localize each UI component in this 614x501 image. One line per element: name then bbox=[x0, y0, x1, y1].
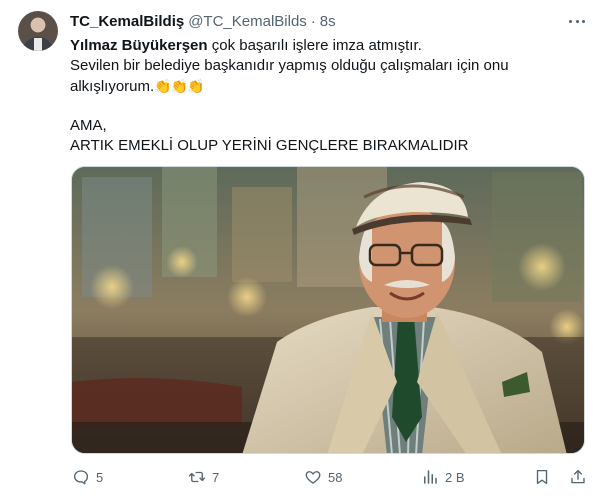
tweet[interactable]: TC_KemalBildiş @TC_KemalBilds · 8s Yılma… bbox=[0, 0, 614, 501]
repost-count: 7 bbox=[212, 469, 220, 485]
line3-text: alkışlıyorum. bbox=[70, 78, 155, 95]
photo-illustration bbox=[72, 167, 584, 453]
repost-button[interactable]: 7 bbox=[188, 466, 219, 488]
views-button[interactable]: 2 B bbox=[421, 466, 465, 488]
reply-count: 5 bbox=[96, 469, 104, 485]
bookmark-icon bbox=[536, 469, 548, 485]
clapping-hands-emoji: 👏👏👏 bbox=[154, 78, 204, 94]
tweet-text-line: Yılmaz Büyükerşen çok başarılı işlere im… bbox=[70, 36, 422, 56]
tweet-header: TC_KemalBildiş @TC_KemalBilds · 8s bbox=[70, 11, 336, 31]
line1-rest: çok başarılı işlere imza atmıştır. bbox=[207, 37, 422, 54]
author-avatar[interactable] bbox=[18, 11, 58, 51]
more-dot bbox=[569, 19, 572, 23]
like-count: 58 bbox=[328, 469, 343, 485]
more-options-icon[interactable] bbox=[566, 12, 588, 30]
tweet-text-line: ARTIK EMEKLİ OLUP YERİNİ GENÇLERE BIRAKM… bbox=[70, 137, 469, 154]
author-name[interactable]: TC_KemalBildiş bbox=[70, 13, 184, 30]
tweet-text-line: Sevilen bir belediye başkanıdır yapmış o… bbox=[70, 57, 509, 74]
avatar-shirt bbox=[34, 38, 42, 51]
reply-button[interactable]: 5 bbox=[72, 466, 103, 488]
tweet-text-line: AMA, bbox=[70, 117, 107, 134]
repost-icon bbox=[188, 471, 206, 483]
reply-icon bbox=[73, 470, 89, 485]
heart-icon bbox=[305, 471, 321, 484]
share-button[interactable] bbox=[569, 466, 587, 488]
tweet-actions: 5 7 58 2 B bbox=[0, 466, 614, 488]
more-dot bbox=[575, 19, 579, 23]
views-chart-icon bbox=[424, 470, 437, 484]
author-handle[interactable]: @TC_KemalBilds bbox=[188, 13, 307, 30]
tweet-photo[interactable] bbox=[71, 166, 585, 454]
header-separator: · bbox=[310, 12, 316, 30]
tweet-text-line: alkışlıyorum.👏👏👏 bbox=[70, 76, 204, 97]
tweet-time[interactable]: 8s bbox=[320, 13, 336, 30]
more-dot bbox=[582, 19, 585, 23]
mentioned-name: Yılmaz Büyükerşen bbox=[70, 37, 208, 54]
like-button[interactable]: 58 bbox=[304, 466, 342, 488]
bookmark-button[interactable] bbox=[533, 466, 551, 488]
share-icon bbox=[571, 469, 585, 484]
views-count: 2 B bbox=[445, 469, 465, 485]
